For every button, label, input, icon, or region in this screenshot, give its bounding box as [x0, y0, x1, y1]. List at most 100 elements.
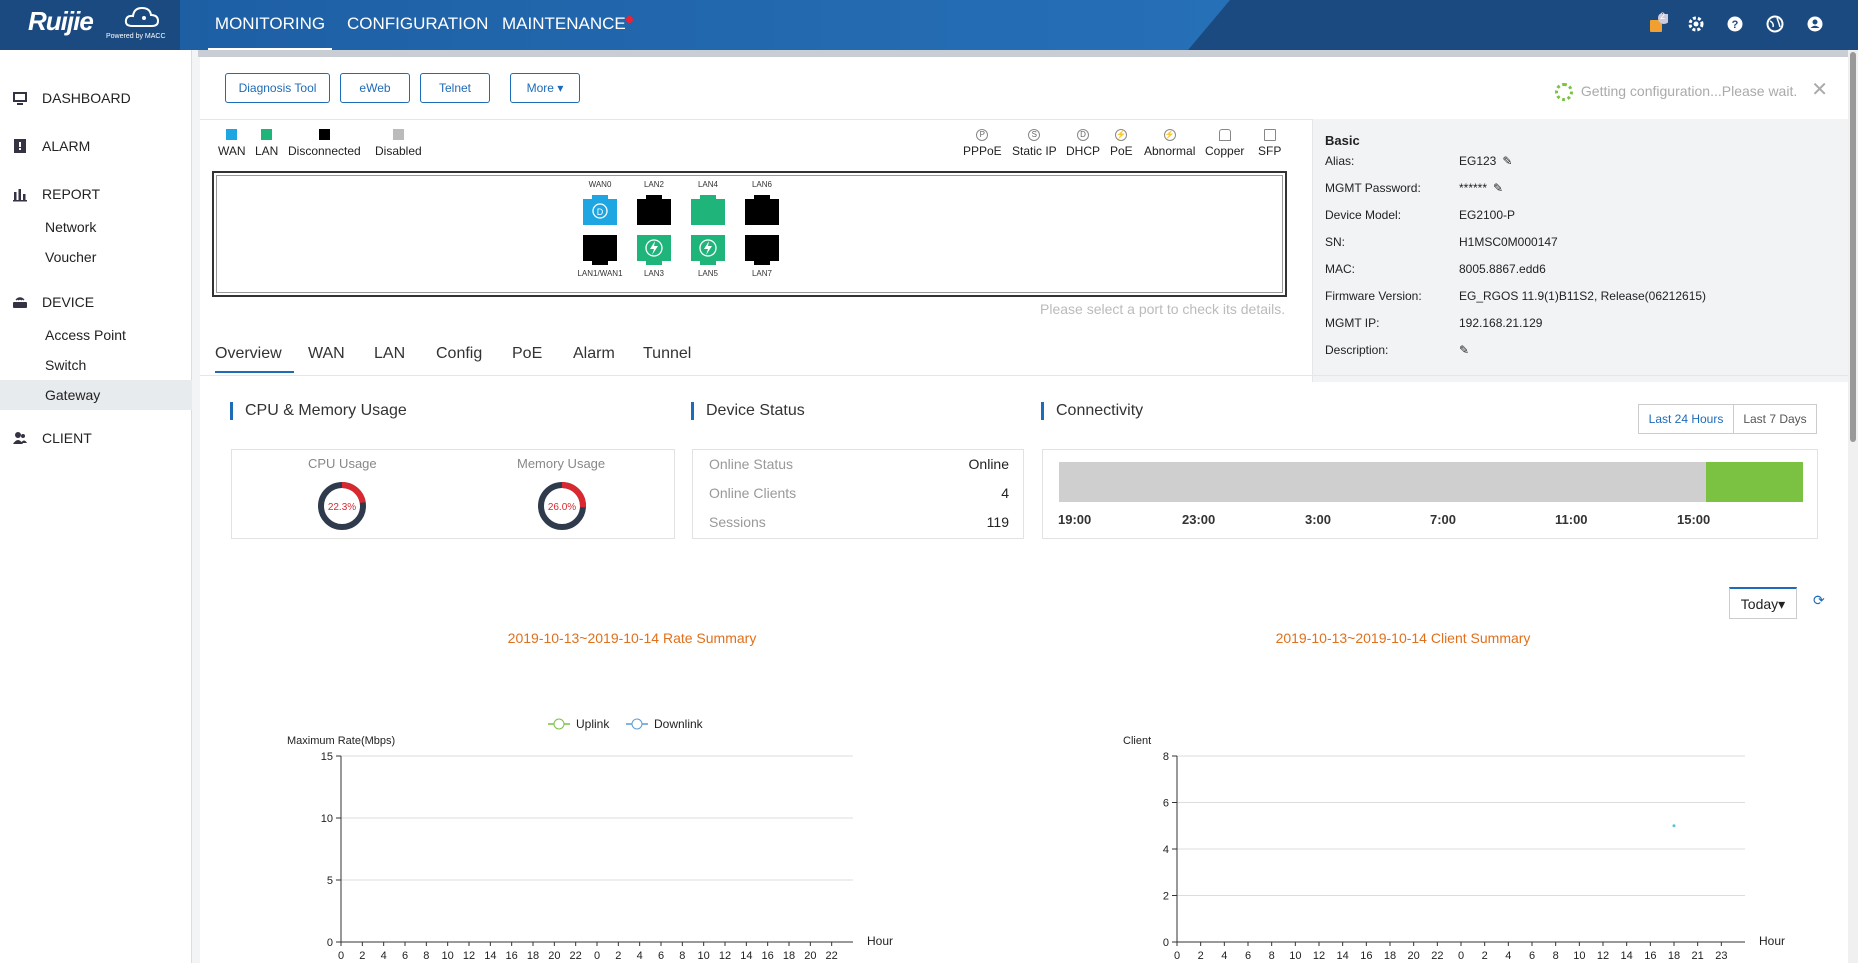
device-status-card: Online Status Online Online Clients 4 Sess… [692, 449, 1024, 539]
y-tick-label: 5 [327, 875, 333, 887]
sidebar-item-network[interactable]: Network [0, 214, 192, 240]
firmware-value: EG_RGOS 11.9(1)B11S2, Release(06212615) [1459, 289, 1707, 303]
last-24-hours-button[interactable]: Last 24 Hours [1638, 404, 1734, 434]
sidebar-item-alarm[interactable]: ALARM [0, 133, 192, 159]
sidebar-item-dashboard[interactable]: DASHBOARD [0, 85, 192, 111]
legend-poe-label: PoE [1110, 144, 1133, 158]
edit-alias-icon[interactable]: ✎ [1502, 154, 1512, 168]
dhcp-icon: D [1077, 129, 1089, 141]
gear-icon[interactable] [1686, 14, 1706, 34]
firmware-key: Firmware Version: [1325, 289, 1422, 303]
sidebar-item-switch[interactable]: Switch [0, 352, 192, 378]
connectivity-time-label: 7:00 [1430, 512, 1457, 527]
period-select-value: Today [1740, 596, 1779, 612]
content-top-border [198, 50, 1848, 57]
sidebar-item-voucher[interactable]: Voucher [0, 244, 192, 270]
sidebar-item-report[interactable]: REPORT [0, 181, 192, 207]
help-icon[interactable]: ? [1725, 14, 1745, 34]
legend-disconnected: Disconnected [288, 129, 361, 158]
nav-configuration[interactable]: CONFIGURATION [347, 0, 488, 50]
online-clients-key: Online Clients [709, 485, 797, 501]
ruijie-logo[interactable]: Ruijie Powered by MACC [28, 6, 166, 40]
period-select[interactable]: Today▾ [1729, 587, 1797, 619]
legend-static-ip-label: Static IP [1012, 144, 1057, 158]
globe-icon[interactable] [1765, 14, 1785, 34]
sidebar-item-access-point[interactable]: Access Point [0, 322, 192, 348]
port-lan2[interactable] [637, 195, 671, 225]
legend-copper-label: Copper [1205, 144, 1245, 158]
cpu-memory-card: CPU Usage Memory Usage 22.3% 26.0% [231, 449, 675, 539]
client-summary-chart: Client 0 2 4 6 8 0 2 4 6 8 10 12 14 16 18 20 22 0 2 4 6 8 10 12 1… [1123, 735, 1785, 962]
more-button[interactable]: More ▾ [510, 73, 580, 103]
chevron-down-icon: ▾ [1778, 596, 1786, 612]
y-tick-label: 2 [1163, 891, 1169, 903]
online-clients-row: Online Clients 4 [709, 485, 1009, 501]
port-wan0[interactable]: D [583, 195, 617, 225]
tab-tunnel[interactable]: Tunnel [643, 345, 691, 371]
tab-overview[interactable]: Overview [215, 345, 294, 373]
x-tick-label: 14 [1337, 950, 1349, 962]
x-tick-label: 22 [826, 950, 838, 962]
tab-lan[interactable]: LAN [374, 345, 405, 371]
mgmt-ip-row: MGMT IP: 192.168.21.129 [1325, 316, 1542, 330]
sidebar-label: Access Point [45, 327, 126, 343]
x-tick-label: 6 [1529, 950, 1535, 962]
tab-config[interactable]: Config [436, 345, 482, 371]
y-axis-title: Client [1123, 735, 1151, 747]
port-hint: Please select a port to check its detail… [1040, 301, 1286, 317]
y-tick-label: 4 [1163, 844, 1169, 856]
diagnosis-tool-button[interactable]: Diagnosis Tool [225, 73, 330, 103]
sidebar-item-device[interactable]: DEVICE [0, 289, 192, 315]
memory-gauge-value: 26.0% [548, 502, 576, 513]
user-icon[interactable] [1805, 14, 1825, 34]
nav-maintenance[interactable]: MAINTENANCE [502, 0, 633, 50]
x-tick-label: 2 [359, 950, 365, 962]
firmware-row: Firmware Version: EG_RGOS 11.9(1)B11S2, R… [1325, 289, 1706, 303]
sn-value: H1MSC0M000147 [1459, 235, 1558, 249]
tab-wan[interactable]: WAN [308, 345, 345, 371]
x-tick-label: 4 [1221, 950, 1227, 962]
mgmt-ip-key: MGMT IP: [1325, 316, 1380, 330]
port-lan3[interactable] [637, 235, 671, 265]
loading-text: Getting configuration...Please wait. [1580, 83, 1798, 99]
sidebar-label: Switch [45, 357, 87, 373]
basic-info-panel: Basic Alias: EG123 ✎ MGMT Password: ****** ✎… [1312, 119, 1848, 382]
port-lan4[interactable] [691, 195, 725, 225]
port-lan5[interactable] [691, 235, 725, 265]
edit-password-icon[interactable]: ✎ [1493, 181, 1503, 195]
sidebar-item-client[interactable]: CLIENT [0, 425, 192, 451]
close-icon[interactable]: ✕ [1811, 79, 1828, 101]
port-label: WAN0 [588, 180, 612, 189]
x-axis-title: Hour [867, 934, 893, 948]
refresh-icon[interactable]: ⟳ [1813, 592, 1825, 609]
x-tick-label: 6 [658, 950, 664, 962]
notification-icon[interactable]: 2 [1648, 11, 1670, 34]
last-7-days-button[interactable]: Last 7 Days [1733, 404, 1817, 434]
x-tick-label: 18 [783, 950, 795, 962]
cpu-usage-label: CPU Usage [308, 456, 377, 471]
connectivity-online-segment [1706, 462, 1803, 502]
scrollbar-thumb[interactable] [1850, 52, 1856, 442]
y-tick-label: 15 [321, 751, 333, 763]
scrollbar[interactable] [1848, 50, 1858, 963]
connectivity-time-label: 11:00 [1555, 512, 1588, 527]
x-tick-label: 0 [1174, 950, 1180, 962]
tab-alarm[interactable]: Alarm [573, 345, 615, 371]
edit-description-icon[interactable]: ✎ [1459, 343, 1469, 357]
model-value: EG2100-P [1459, 208, 1516, 222]
legend-disconnected-swatch [318, 129, 330, 140]
x-tick-label: 6 [402, 950, 408, 962]
nav-monitoring[interactable]: MONITORING [208, 0, 332, 50]
port-lan7[interactable] [745, 235, 779, 265]
eweb-button[interactable]: eWeb [340, 73, 410, 103]
password-key: MGMT Password: [1325, 181, 1421, 195]
memory-gauge: 26.0% [538, 482, 586, 530]
x-tick-label: 18 [527, 950, 539, 962]
port-lan6[interactable] [745, 195, 779, 225]
alias-row: Alias: EG123 ✎ [1325, 154, 1512, 168]
sidebar-item-gateway[interactable]: Gateway [0, 380, 192, 410]
sidebar-label: DEVICE [42, 294, 95, 310]
tab-poe[interactable]: PoE [512, 345, 542, 371]
telnet-button[interactable]: Telnet [420, 73, 490, 103]
port-lan1-wan1[interactable] [583, 235, 617, 265]
